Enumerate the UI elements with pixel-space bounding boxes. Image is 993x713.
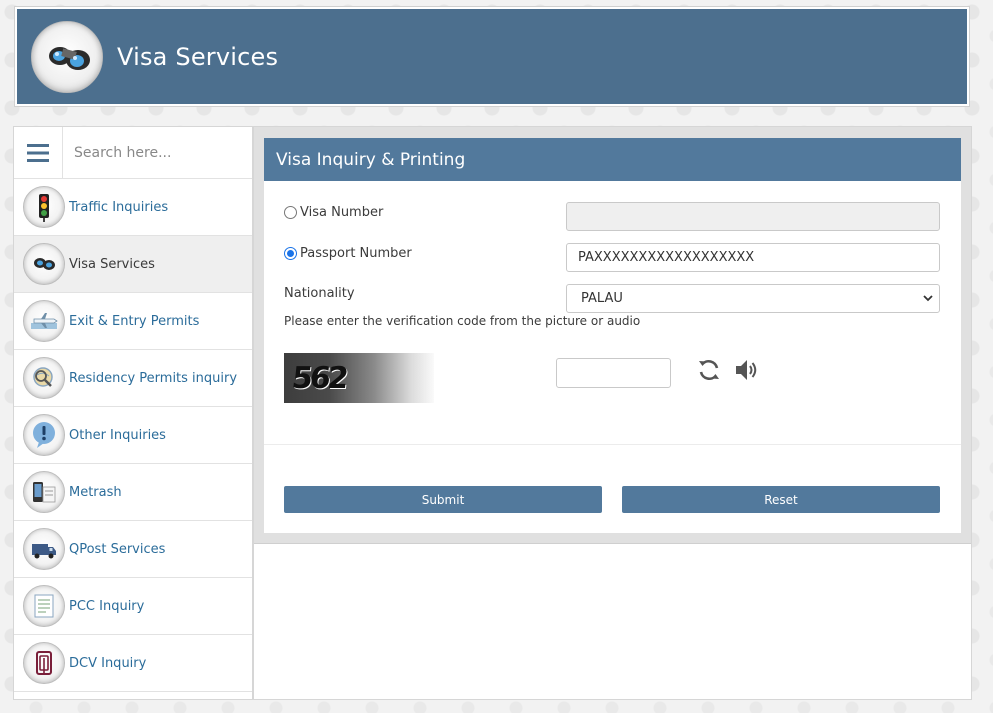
sidebar-item-residency-permits[interactable]: Residency Permits inquiry <box>14 350 252 407</box>
nationality-select[interactable]: PALAU <box>566 284 940 313</box>
passport-number-label: Passport Number <box>300 246 412 261</box>
sidebar-item-exit-entry-permits[interactable]: Exit & Entry Permits <box>14 293 252 350</box>
nationality-label: Nationality <box>284 286 355 301</box>
binoculars-icon <box>23 243 65 285</box>
sidebar-item-dcv-inquiry[interactable]: DCV Inquiry <box>14 635 252 692</box>
sidebar-item-label: DCV Inquiry <box>69 655 147 671</box>
captcha-text: 562 <box>290 360 348 396</box>
passport-number-radio[interactable] <box>284 247 297 260</box>
panel-title: Visa Inquiry & Printing <box>264 138 961 181</box>
hamburger-menu-icon[interactable] <box>14 127 63 178</box>
sidebar-item-label: Other Inquiries <box>69 427 166 443</box>
sidebar-item-label: Residency Permits inquiry <box>69 370 238 386</box>
sidebar: Traffic Inquiries Visa Services Exit & E… <box>13 126 253 700</box>
sidebar-item-label: Metrash <box>69 484 122 500</box>
nationality-selected-value: PALAU <box>581 291 623 306</box>
main-content: Visa Inquiry & Printing Visa Number Pass… <box>253 126 972 700</box>
page-title: Visa Services <box>117 42 279 71</box>
reset-button[interactable]: Reset <box>622 486 940 513</box>
captcha-image: 562 <box>284 353 434 403</box>
sidebar-item-label: Exit & Entry Permits <box>69 313 200 329</box>
app-header: Visa Services <box>15 7 969 106</box>
captcha-hint: Please enter the verification code from … <box>284 314 641 328</box>
sidebar-item-metrash[interactable]: Metrash <box>14 464 252 521</box>
visa-number-label: Visa Number <box>300 205 384 220</box>
certificate-icon <box>23 585 65 627</box>
submit-button[interactable]: Submit <box>284 486 602 513</box>
exclamation-bubble-icon <box>23 414 65 456</box>
binoculars-logo-icon <box>31 20 103 93</box>
sidebar-item-traffic-inquiries[interactable]: Traffic Inquiries <box>14 179 252 236</box>
dcv-logo-icon <box>23 642 65 684</box>
visa-number-option[interactable]: Visa Number <box>284 205 383 220</box>
captcha-input[interactable] <box>556 358 671 388</box>
traffic-light-icon <box>23 186 65 228</box>
sidebar-item-qpost-services[interactable]: QPost Services <box>14 521 252 578</box>
sidebar-item-pcc-inquiry[interactable]: PCC Inquiry <box>14 578 252 635</box>
airplane-icon <box>23 300 65 342</box>
sidebar-item-label: QPost Services <box>69 541 166 557</box>
visa-number-field[interactable] <box>566 202 940 231</box>
panel-container: Visa Inquiry & Printing Visa Number Pass… <box>254 127 971 544</box>
chevron-down-icon <box>923 295 933 302</box>
delivery-truck-icon <box>23 528 65 570</box>
sidebar-item-label: Traffic Inquiries <box>69 199 169 215</box>
passport-number-option[interactable]: Passport Number <box>284 246 412 261</box>
search-input[interactable] <box>63 127 252 178</box>
sidebar-search-row <box>14 127 252 179</box>
passport-number-field[interactable]: PAXXXXXXXXXXXXXXXXXX <box>566 243 940 272</box>
sidebar-item-label: PCC Inquiry <box>69 598 145 614</box>
visa-inquiry-panel: Visa Inquiry & Printing Visa Number Pass… <box>264 138 961 533</box>
speaker-icon[interactable] <box>733 357 759 383</box>
sidebar-item-label: Visa Services <box>69 256 155 272</box>
magnifier-globe-icon <box>23 357 65 399</box>
nationality-row: Nationality <box>284 286 355 301</box>
form-divider <box>264 444 961 445</box>
sidebar-item-other-inquiries[interactable]: Other Inquiries <box>14 407 252 464</box>
refresh-icon[interactable] <box>696 357 722 383</box>
visa-number-radio[interactable] <box>284 206 297 219</box>
phone-card-icon <box>23 471 65 513</box>
sidebar-item-visa-services[interactable]: Visa Services <box>14 236 252 293</box>
